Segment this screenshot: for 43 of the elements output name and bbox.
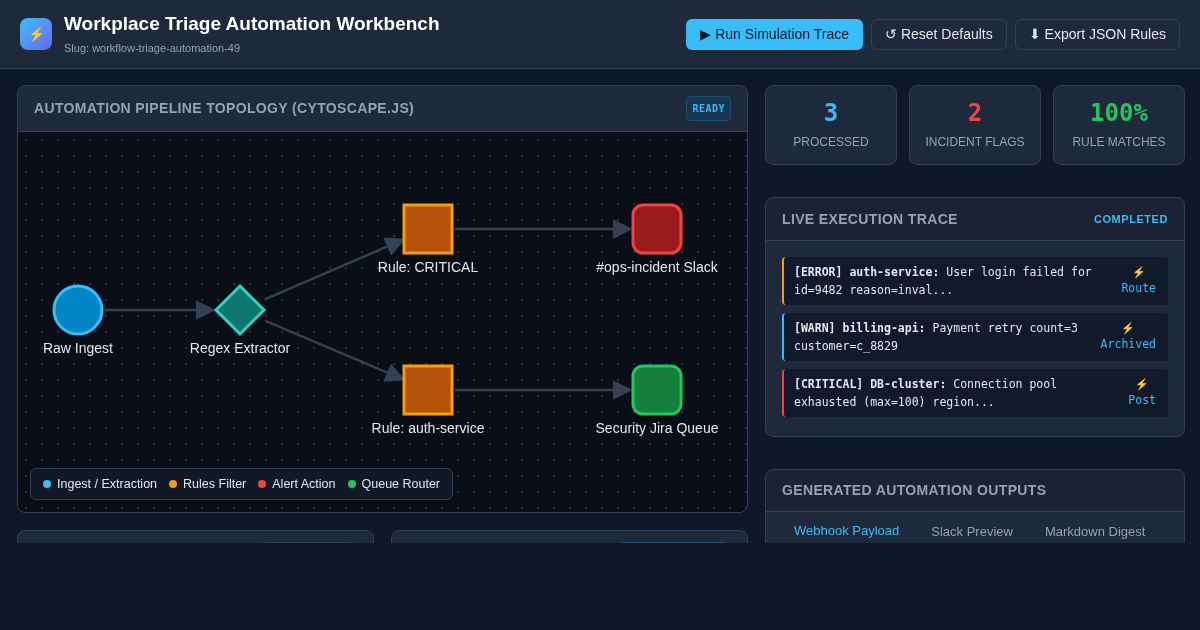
panel-title: LIVE EXECUTION TRACE	[782, 209, 958, 229]
node-label: Rule: auth-service	[371, 419, 485, 438]
output-tab[interactable]: Slack Preview	[919, 521, 1025, 543]
trace-message: [ERROR] auth-service: User login failed for id=9482 reason=inval...	[794, 264, 1093, 299]
toolbar-button[interactable]: ↺ Reset Defaults	[871, 18, 1007, 50]
stat-value: 3	[823, 99, 839, 127]
node-label: Rule: CRITICAL	[377, 258, 479, 277]
trace-message: [CRITICAL] DB-cluster: Connection pool exhausted (max=100) region...	[794, 376, 1059, 411]
stat-value: 100%	[1090, 99, 1148, 127]
legend-label: Alert Action	[272, 475, 336, 493]
legend-label: Rules Filter	[183, 475, 247, 493]
app-logo-icon: ⚡	[20, 18, 52, 50]
status-text: COMPLETED	[1094, 211, 1168, 227]
stat-label: INCIDENT FLAGS	[925, 134, 1025, 151]
alert-node[interactable]	[631, 203, 683, 255]
ingest-node[interactable]	[52, 284, 104, 336]
action-link[interactable]: Archived	[1100, 336, 1156, 354]
bolt-icon: ⚡	[1135, 376, 1150, 393]
panel-title: GENERATED AUTOMATION OUTPUTS	[782, 481, 1047, 500]
node-label: Security Jira Queue	[595, 419, 719, 438]
bolt-icon: ⚡	[1121, 320, 1136, 337]
extractor-node[interactable]	[213, 283, 267, 337]
trace-message: [WARN] billing-api: Payment retry count=3 customer=c_8829	[794, 320, 1079, 355]
output-tab[interactable]: Markdown Digest	[1032, 521, 1158, 543]
legend-label: Queue Router	[361, 475, 441, 493]
action-link[interactable]: Post	[1128, 392, 1156, 410]
status-badge: READY	[686, 96, 731, 121]
toolbar-button[interactable]: ⬇ Export JSON Rules	[1014, 18, 1180, 50]
stat-value: 2	[967, 99, 983, 127]
panel-title: AUTOMATION PIPELINE TOPOLOGY (CYTOSCAPE.JS)	[34, 99, 415, 118]
output-tab[interactable]: Webhook Payload	[782, 521, 912, 543]
bolt-icon: ⚡	[1131, 264, 1146, 281]
stat-label: PROCESSED	[793, 134, 869, 151]
run-button[interactable]: ▶ Run Simulation Trace	[686, 18, 863, 50]
node-label: Raw Ingest	[43, 339, 113, 358]
queue-node[interactable]	[631, 364, 683, 416]
app-title: Workplace Triage Automation Workbench	[64, 11, 440, 36]
node-label: #ops-incident Slack	[596, 258, 718, 277]
slug-text: Slug: workflow-triage-automation-49	[64, 40, 242, 56]
action-link[interactable]: Route	[1121, 280, 1156, 298]
stat-label: RULE MATCHES	[1072, 134, 1166, 151]
legend-label: Ingest / Extraction	[57, 475, 158, 493]
node-label: Regex Extractor	[189, 339, 291, 358]
